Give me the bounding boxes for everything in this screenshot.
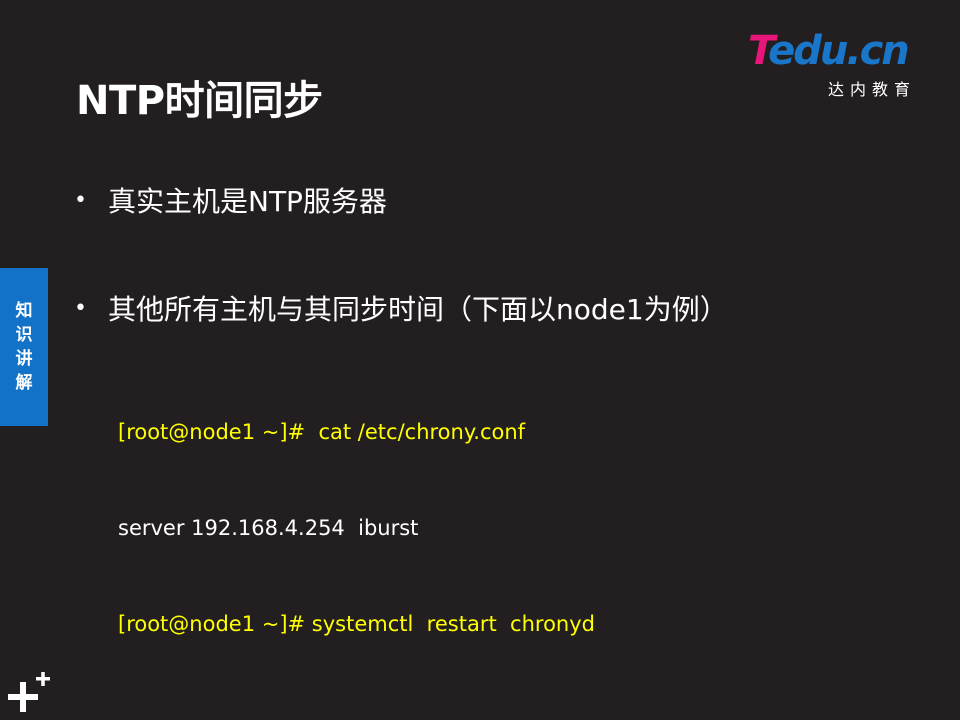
logo-wordmark: Tedu.cn <box>748 28 910 74</box>
slide: NTP时间同步 Tedu.cn 达内教育 知 识 讲 解 • 真实主机是NTP服… <box>0 0 960 720</box>
tedu-logo: Tedu.cn 达内教育 <box>748 28 930 99</box>
code-line: [root@node1 ~]# cat /etc/chrony.conf <box>118 420 526 444</box>
logo-letter-t: T <box>748 28 770 74</box>
side-tab-char: 识 <box>15 325 33 345</box>
logo-subtitle: 达内教育 <box>828 80 917 99</box>
side-tab-knowledge: 知 识 讲 解 <box>0 268 48 426</box>
logo-domain: edu.cn <box>768 28 910 74</box>
side-tab-char: 解 <box>15 373 33 393</box>
bullet-text: 其他所有主机与其同步时间（下面以node1为例） <box>108 293 728 326</box>
code-line: [root@node1 ~]# systemctl restart chrony… <box>118 612 595 636</box>
bullet-dot-icon: • <box>74 187 87 213</box>
plus-plus-icon <box>8 672 50 712</box>
code-block: [root@node1 ~]# cat /etc/chrony.conf ser… <box>118 352 595 704</box>
slide-title: NTP时间同步 <box>76 78 323 124</box>
side-tab-char: 知 <box>15 301 33 321</box>
side-tab-char: 讲 <box>15 349 33 369</box>
bullet-item: • 其他所有主机与其同步时间（下面以node1为例） <box>74 288 728 328</box>
code-line: server 192.168.4.254 iburst <box>118 516 419 540</box>
bullet-dot-icon: • <box>74 295 87 321</box>
bullet-text: 真实主机是NTP服务器 <box>108 185 387 218</box>
bullet-item: • 真实主机是NTP服务器 <box>74 180 387 220</box>
